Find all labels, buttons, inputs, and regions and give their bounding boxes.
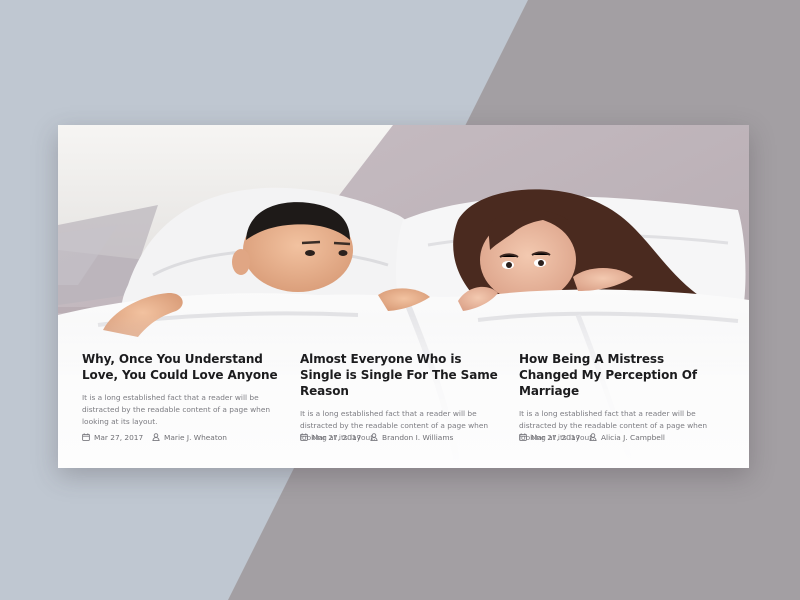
post-meta: Mar 27, 2017 Brandon I. Williams [300, 432, 500, 444]
post-title[interactable]: Almost Everyone Who is Single is Single … [300, 351, 500, 399]
post-author-name: Alicia J. Campbell [601, 433, 665, 442]
post-meta: Mar 27, 2017 Alicia J. Campbell [519, 432, 719, 444]
featured-posts-card: Why, Once You Understand Love, You Could… [58, 125, 749, 468]
user-icon [152, 433, 160, 441]
post-meta: Mar 27, 2017 Marie J. Wheaton [82, 432, 282, 444]
post-list: Why, Once You Understand Love, You Could… [82, 351, 732, 451]
post-date: Mar 27, 2017 [300, 432, 361, 444]
calendar-icon [300, 433, 308, 441]
post-author[interactable]: Alicia J. Campbell [589, 432, 665, 444]
post-date: Mar 27, 2017 [519, 432, 580, 444]
post-date-text: Mar 27, 2017 [531, 433, 581, 442]
post-card: How Being A Mistress Changed My Percepti… [519, 351, 719, 444]
post-author[interactable]: Brandon I. Williams [370, 432, 453, 444]
post-date-text: Mar 27, 2017 [312, 433, 362, 442]
post-date-text: Mar 27, 2017 [94, 433, 144, 442]
post-card: Why, Once You Understand Love, You Could… [82, 351, 282, 442]
post-title[interactable]: Why, Once You Understand Love, You Could… [82, 351, 282, 383]
post-card: Almost Everyone Who is Single is Single … [300, 351, 500, 444]
post-date: Mar 27, 2017 [82, 432, 143, 444]
post-author-name: Marie J. Wheaton [164, 433, 227, 442]
post-excerpt: It is a long established fact that a rea… [82, 393, 271, 426]
calendar-icon [82, 433, 90, 441]
post-title[interactable]: How Being A Mistress Changed My Percepti… [519, 351, 719, 399]
post-author-name: Brandon I. Williams [382, 433, 454, 442]
calendar-icon [519, 433, 527, 441]
post-author[interactable]: Marie J. Wheaton [152, 432, 227, 444]
user-icon [589, 433, 597, 441]
user-icon [370, 433, 378, 441]
